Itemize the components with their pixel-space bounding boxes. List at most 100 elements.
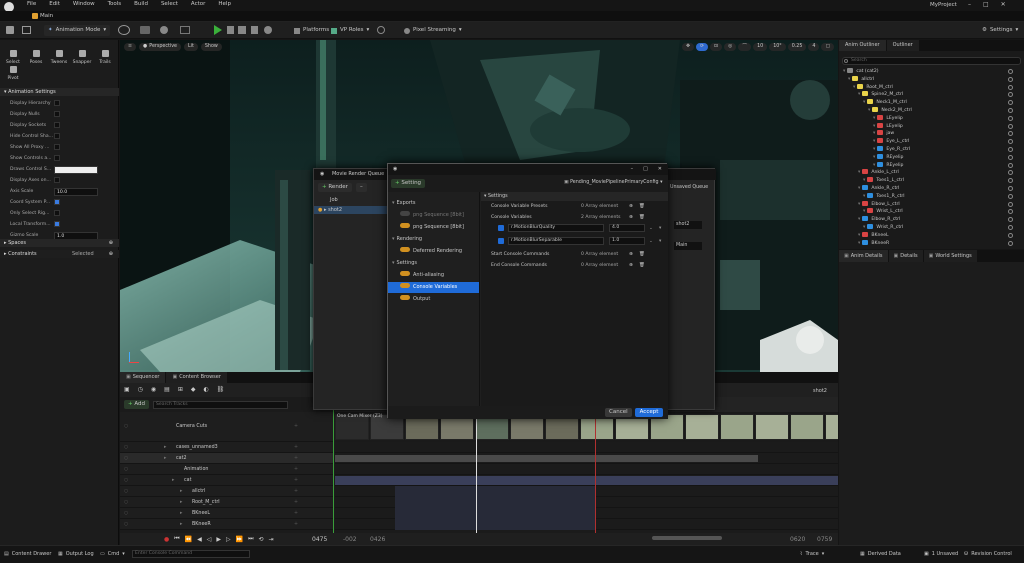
track-row[interactable]: ○ ▸ BKneeR + — [120, 519, 334, 530]
scale-snap-value[interactable]: 0.25 — [787, 43, 807, 51]
track-expand-icon[interactable]: ▸ — [172, 475, 174, 486]
pause-icon[interactable] — [227, 26, 234, 34]
track-lane[interactable] — [335, 464, 838, 475]
expand-icon[interactable]: ▾ — [873, 116, 875, 121]
visibility-icon[interactable] — [1008, 193, 1013, 199]
snapshot-icon[interactable] — [180, 26, 190, 34]
current-frame[interactable]: 0475 — [312, 536, 327, 543]
accept-button[interactable]: Accept — [635, 408, 663, 417]
map-dropdown[interactable]: Main — [674, 242, 702, 250]
menu-item-window[interactable]: Window — [73, 1, 95, 7]
outliner-item[interactable]: ▾ jaw — [873, 130, 1021, 138]
visibility-icon[interactable] — [1008, 162, 1013, 168]
visibility-icon[interactable] — [1008, 225, 1013, 230]
outliner-item[interactable]: ▾ Eye_L_ctrl — [873, 138, 1021, 146]
outliner-item[interactable]: ▾ Eye_R_ctrl — [873, 146, 1021, 154]
render-movie-icon[interactable]: ▤ — [164, 386, 170, 393]
chevron-down-icon[interactable]: ⌄ — [649, 236, 653, 247]
grid-snap-value[interactable]: 10 — [753, 43, 768, 51]
derived-data-menu[interactable]: ▦ Derived Data — [860, 551, 901, 557]
minimize-icon[interactable]: – — [968, 1, 971, 8]
section-bar[interactable] — [335, 476, 838, 485]
jump-end-icon[interactable]: ⏭ — [248, 535, 253, 543]
console-command-input[interactable]: Enter Console Command — [132, 550, 250, 558]
cvar-value-input[interactable]: 1.0 — [609, 237, 645, 245]
visibility-icon[interactable] — [1008, 123, 1013, 129]
save-icon[interactable] — [6, 26, 14, 34]
rotate-icon[interactable]: ⟳ — [696, 43, 709, 51]
tab-sequencer[interactable]: ▣ Sequencer — [120, 372, 166, 383]
outliner-item[interactable]: ▾ Wrist_R_ctrl — [863, 224, 1021, 232]
enable-toggle-icon[interactable] — [400, 271, 410, 276]
tool-select[interactable]: Select — [3, 50, 23, 65]
add-element-icon[interactable]: ⊕ — [629, 260, 633, 271]
mode-selector[interactable]: ✦ Animation Mode ▾ — [44, 25, 111, 36]
maximize-icon[interactable]: □ — [643, 164, 648, 175]
visibility-icon[interactable] — [1008, 201, 1013, 207]
track-add-icon[interactable]: + — [294, 442, 298, 453]
expand-icon[interactable]: ▾ — [858, 233, 860, 238]
animation-settings-header[interactable]: ▾ Animation Settings — [0, 88, 119, 96]
track-add-icon[interactable]: + — [294, 475, 298, 486]
render-icon[interactable] — [377, 26, 385, 34]
outliner-item[interactable]: ▾ Neck2_M_ctrl — [868, 107, 1021, 115]
category-item[interactable]: Anti-aliasing — [388, 270, 479, 281]
next-frame-icon[interactable]: ▷ — [226, 536, 231, 543]
expand-icon[interactable]: ▾ — [873, 124, 875, 129]
category-item[interactable]: Output — [388, 294, 479, 305]
blueprint-icon[interactable] — [140, 26, 150, 34]
view-range-start[interactable]: -002 — [343, 536, 357, 543]
visibility-icon[interactable] — [1008, 186, 1013, 191]
expand-icon[interactable]: ▾ — [863, 225, 865, 230]
link-icon[interactable]: ⛓ — [217, 386, 225, 393]
save-sequence-icon[interactable]: ▣ — [124, 386, 130, 393]
track-row[interactable]: ○ ▸ cat + — [120, 475, 334, 486]
outliner-item[interactable]: ▾ Toes1_R_ctrl — [863, 192, 1021, 201]
cvar-checkbox[interactable] — [498, 238, 504, 244]
section-bar[interactable] — [395, 486, 595, 497]
outliner-item[interactable]: ▾ Root_M_ctrl — [853, 83, 1021, 92]
tab-details[interactable]: ▣ Details — [888, 250, 923, 262]
track-row[interactable]: ○ ▸ allctrl + — [120, 486, 334, 497]
world-icon[interactable]: ◎ — [724, 43, 737, 51]
tool-snapper[interactable]: Snapper — [72, 50, 92, 65]
visibility-icon[interactable] — [1008, 170, 1013, 176]
add-track-button[interactable]: + Add — [124, 400, 150, 409]
anim-setting-checkbox[interactable] — [54, 155, 60, 161]
anim-setting-checkbox[interactable] — [54, 144, 60, 150]
category-item[interactable]: Console Variables — [388, 282, 479, 293]
track-row[interactable]: ○ Camera Cuts + — [120, 412, 334, 442]
outliner-item[interactable]: ▾ Toes1_L_ctrl — [863, 177, 1021, 185]
visibility-icon[interactable] — [1008, 147, 1013, 152]
minimize-icon[interactable]: – — [631, 164, 634, 175]
expand-icon[interactable]: ▾ — [858, 92, 860, 97]
record-icon[interactable]: ● — [164, 536, 169, 543]
tab-world-settings[interactable]: ▣ World Settings — [923, 250, 977, 262]
category-item[interactable]: Deferred Rendering — [388, 246, 479, 257]
expand-icon[interactable]: ▾ — [873, 163, 875, 168]
vp-roles-menu[interactable]: VP Roles ▾ — [327, 25, 373, 36]
constraints-header[interactable]: ▸ Constraints Selected ⊕ — [0, 250, 119, 258]
cvar-name-input[interactable]: r.MotionBlurQuality — [508, 224, 604, 232]
visibility-icon[interactable] — [1008, 178, 1013, 184]
preset-dropdown[interactable]: ▣ Pending_MoviePipelinePrimaryConfig ▾ — [564, 180, 663, 185]
track-lock-icon[interactable]: ○ — [124, 412, 128, 442]
scale-icon[interactable]: ⊡ — [710, 43, 723, 51]
enable-toggle-icon[interactable] — [400, 211, 410, 216]
cvar-value-input[interactable]: 4.0 — [609, 224, 645, 232]
expand-icon[interactable]: ▾ — [858, 202, 860, 207]
visibility-icon[interactable] — [1008, 69, 1013, 74]
anim-setting-checkbox[interactable] — [54, 100, 60, 106]
show-button[interactable]: Show — [200, 43, 222, 51]
outliner-item[interactable]: ▾ Wrist_L_ctrl — [863, 208, 1021, 216]
spaces-header[interactable]: ▸ Spaces ⊕ — [0, 239, 119, 247]
add-element-icon[interactable]: ⊕ — [629, 201, 633, 212]
expand-icon[interactable]: ▾ — [863, 178, 865, 183]
expand-icon[interactable]: ▾ — [848, 77, 850, 82]
category-header[interactable]: ▾ Exports — [388, 198, 479, 209]
next-key-icon[interactable]: ⏩ — [236, 536, 243, 543]
track-lock-icon[interactable]: ○ — [124, 519, 128, 530]
delete-icon[interactable]: 🗑 — [639, 201, 645, 212]
translate-icon[interactable]: ✥ — [681, 43, 695, 51]
tab-anim-details[interactable]: ▣ Anim Details — [839, 250, 888, 262]
